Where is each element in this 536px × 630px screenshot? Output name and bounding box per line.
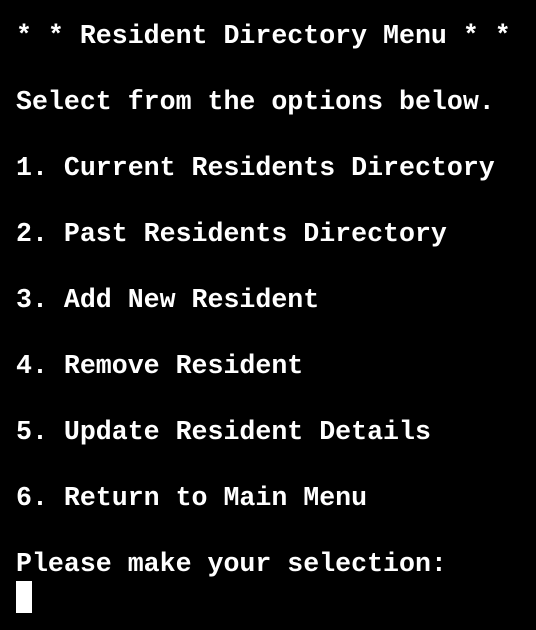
menu-option-remove-resident: 4. Remove Resident <box>16 351 304 381</box>
menu-option-current-residents: 1. Current Residents Directory <box>16 153 495 183</box>
input-cursor[interactable] <box>16 581 32 613</box>
menu-option-return-main-menu: 6. Return to Main Menu <box>16 483 368 513</box>
menu-instruction: Select from the options below. <box>16 87 495 117</box>
menu-option-past-residents: 2. Past Residents Directory <box>16 219 447 249</box>
menu-title: * * Resident Directory Menu * * <box>16 21 511 51</box>
selection-prompt: Please make your selection: <box>16 549 447 579</box>
menu-option-update-resident: 5. Update Resident Details <box>16 417 431 447</box>
menu-option-add-resident: 3. Add New Resident <box>16 285 320 315</box>
terminal-window[interactable]: * * Resident Directory Menu * * Select f… <box>0 0 536 630</box>
